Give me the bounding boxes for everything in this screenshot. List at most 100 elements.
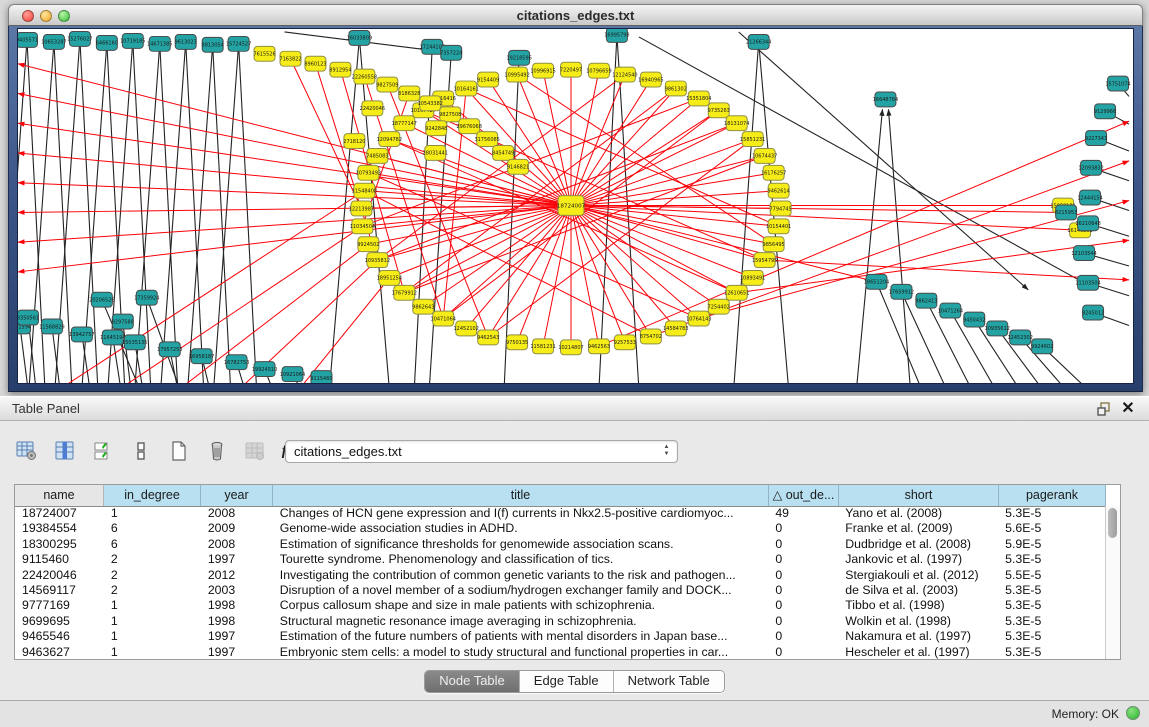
graph-node[interactable]: 16176257 xyxy=(761,165,786,180)
graph-node[interactable]: 19924510 xyxy=(252,362,277,377)
graph-node[interactable]: 16648784 xyxy=(873,92,898,107)
window-titlebar[interactable]: citations_edges.txt xyxy=(8,4,1143,26)
graph-node[interactable]: 8215953 xyxy=(1055,205,1077,220)
vertical-scrollbar[interactable] xyxy=(1105,506,1120,659)
graph-node[interactable]: 9735263 xyxy=(708,103,730,118)
graph-node[interactable]: 9146821 xyxy=(507,159,529,174)
graph-node[interactable]: 7615526 xyxy=(253,46,275,61)
table-row[interactable]: 946554611997Estimation of the future num… xyxy=(15,629,1105,644)
graph-node[interactable]: 10996915 xyxy=(530,63,555,78)
graph-node[interactable]: 21266344 xyxy=(746,34,771,49)
graph-node[interactable]: 17679912 xyxy=(392,285,417,300)
graph-node[interactable]: 9862413 xyxy=(915,293,937,308)
graph-node[interactable]: 6466160 xyxy=(96,35,118,50)
graph-node[interactable]: 8754702 xyxy=(640,329,662,344)
graph-node[interactable]: 9862643 xyxy=(412,299,434,314)
graph-node[interactable]: 17659912 xyxy=(889,284,914,299)
column-select-icon[interactable] xyxy=(52,438,78,464)
graph-node[interactable]: 8912954 xyxy=(329,62,351,77)
graph-node[interactable]: 10214807 xyxy=(558,340,583,355)
graph-node[interactable]: 12103544 xyxy=(1071,246,1096,261)
column-header-pagerank[interactable]: pagerank xyxy=(999,485,1106,506)
graph-node[interactable]: 9227343 xyxy=(1085,131,1107,146)
close-panel-icon[interactable]: ✕ xyxy=(1119,400,1137,418)
graph-node[interactable]: 10793493 xyxy=(356,165,381,180)
graph-node[interactable]: 11034504 xyxy=(350,219,375,234)
table-row[interactable]: 977716911998Corpus callosum shape and si… xyxy=(15,598,1105,613)
float-panel-icon[interactable] xyxy=(1095,400,1113,418)
graph-node[interactable]: 9297588 xyxy=(112,314,134,329)
graph-node[interactable]: 31756085 xyxy=(474,132,499,147)
graph-node[interactable]: 10154401 xyxy=(766,219,791,234)
graph-node[interactable]: 9154409 xyxy=(477,72,499,87)
graph-node[interactable]: 11568829 xyxy=(39,319,64,334)
graph-node[interactable]: 8960123 xyxy=(304,56,326,71)
table-row[interactable]: 1938455462009Genome-wide association stu… xyxy=(15,521,1105,536)
graph-node[interactable]: 10764143 xyxy=(686,311,711,326)
graph-node[interactable]: 15351804 xyxy=(686,91,711,106)
graph-node[interactable]: 14671385 xyxy=(147,36,172,51)
graph-node[interactable]: 10893491 xyxy=(740,270,765,285)
graph-node[interactable]: 15851231 xyxy=(740,132,765,147)
delete-column-icon[interactable] xyxy=(204,438,230,464)
table-row[interactable]: 2242004622012Investigating the contribut… xyxy=(15,568,1105,583)
graph-node[interactable]: 9856495 xyxy=(763,237,785,252)
graph-node[interactable]: 9924602 xyxy=(1031,339,1053,354)
graph-node[interactable]: 15276027 xyxy=(67,31,92,46)
graph-node[interactable]: 9245012 xyxy=(1082,305,1104,320)
graph-node[interactable]: 12610651 xyxy=(724,285,749,300)
table-selector-dropdown[interactable]: citations_edges.txt ▲▼ xyxy=(285,440,678,463)
table-row[interactable]: 1456911722003Disruption of a novel membe… xyxy=(15,583,1105,598)
graph-node[interactable]: 19218596 xyxy=(506,50,531,65)
new-column-icon[interactable] xyxy=(166,438,192,464)
table-row[interactable]: 1830029562008Estimation of significance … xyxy=(15,537,1105,552)
graph-node[interactable]: 17359924 xyxy=(134,290,159,305)
graph-node[interactable]: 7794745 xyxy=(770,201,792,216)
tab-edge-table[interactable]: Edge Table xyxy=(520,671,614,692)
graph-node[interactable]: 10164161 xyxy=(454,81,479,96)
column-header-title[interactable]: title xyxy=(273,485,769,506)
graph-node[interactable]: 8813054 xyxy=(202,37,224,52)
graph-node[interactable]: 2718120 xyxy=(343,134,365,149)
graph-node[interactable]: 10935612 xyxy=(985,321,1010,336)
table-row[interactable]: 969969511998Structural magnetic resonanc… xyxy=(15,614,1105,629)
graph-node[interactable]: 18951254 xyxy=(377,270,402,285)
graph-node[interactable]: 9861302 xyxy=(665,81,687,96)
graph-node[interactable]: 18131074 xyxy=(724,116,749,131)
graph-node[interactable]: 10935812 xyxy=(365,253,390,268)
graph-node[interactable]: 16958187 xyxy=(189,349,214,364)
graph-node[interactable]: 10921064 xyxy=(280,367,305,382)
graph-node[interactable]: 15724527 xyxy=(226,36,251,51)
graph-node[interactable]: 15035135 xyxy=(122,335,147,350)
graph-hub-node[interactable]: 18724007 xyxy=(557,196,586,216)
graph-node[interactable]: 12452102 xyxy=(454,321,479,336)
graph-node[interactable]: 12213987 xyxy=(349,201,374,216)
graph-node[interactable]: 14584783 xyxy=(663,321,688,336)
graph-node[interactable]: 29676068 xyxy=(457,119,482,134)
graph-node[interactable]: 18777147 xyxy=(392,116,417,131)
network-canvas[interactable]: 1221398711548408107934937485083120947821… xyxy=(17,28,1134,384)
column-header-name[interactable]: name xyxy=(15,485,104,506)
table-mode-icon[interactable] xyxy=(128,438,154,464)
graph-node[interactable]: 10653287 xyxy=(41,34,66,49)
graph-node[interactable]: 9405571 xyxy=(18,32,38,47)
graph-node[interactable]: 16940965 xyxy=(638,72,663,87)
graph-node[interactable]: 7220497 xyxy=(560,62,582,77)
graph-node[interactable]: 9462614 xyxy=(768,183,790,198)
graph-node[interactable]: 12094782 xyxy=(377,132,402,147)
table-row[interactable]: 946362711997Embryonic stem cells: a mode… xyxy=(15,645,1105,659)
graph-node[interactable]: 12452302 xyxy=(1008,330,1033,345)
graph-node[interactable]: 10719185 xyxy=(120,33,145,48)
memory-indicator-icon[interactable] xyxy=(1126,706,1140,720)
column-header-short[interactable]: short xyxy=(839,485,999,506)
graph-node[interactable]: 9462563 xyxy=(588,339,610,354)
graph-node[interactable]: 11548408 xyxy=(352,183,377,198)
graph-node[interactable]: 22420046 xyxy=(360,101,385,116)
graph-node[interactable]: 11581231 xyxy=(530,339,555,354)
graph-node[interactable]: 9450432 xyxy=(963,312,985,327)
graph-node[interactable]: 16210648 xyxy=(1075,216,1100,231)
graph-node[interactable]: 8350561 xyxy=(18,310,39,325)
graph-node[interactable]: 9827509 xyxy=(376,77,398,92)
graph-node[interactable]: 12124540 xyxy=(612,67,637,82)
graph-node[interactable]: 7254402 xyxy=(708,299,730,314)
